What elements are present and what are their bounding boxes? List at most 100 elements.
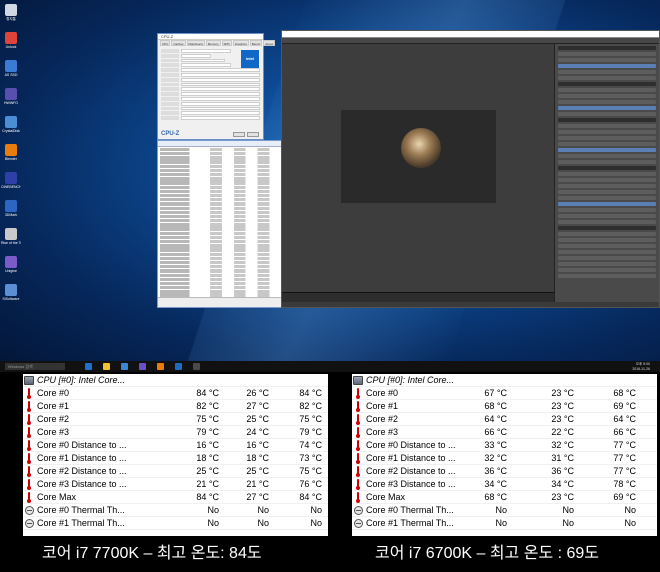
hwinfo-sensor-row[interactable] <box>160 269 279 273</box>
blender-property-row[interactable] <box>558 100 656 104</box>
cpuz-tab[interactable]: Caches <box>171 40 186 46</box>
hwinfo-sensor-row[interactable] <box>160 256 279 261</box>
desktop-icon[interactable]: CrystalDisk <box>1 116 21 133</box>
cpuz-window[interactable]: CPU-Z CPU Caches Mainboard Memory SPD Graphic… <box>157 33 276 140</box>
blender-property-row[interactable] <box>558 256 656 260</box>
hwinfo-sensor-row[interactable] <box>160 147 279 152</box>
sensor-row[interactable]: Core #2 Distance to ... 36 °C 36 °C 77 °C <box>352 465 657 478</box>
blender-property-row[interactable] <box>558 250 656 254</box>
blender-property-row[interactable] <box>558 202 656 206</box>
hwinfo-sensor-row[interactable] <box>160 189 279 194</box>
taskbar-edge-icon[interactable] <box>85 363 92 370</box>
taskbar-search-box[interactable]: Windows 검색 <box>5 363 65 370</box>
cpuz-tab[interactable]: Mainboard <box>186 40 205 46</box>
desktop-icon[interactable]: SiSoftware <box>1 284 21 301</box>
taskbar-store-icon[interactable] <box>121 363 128 370</box>
blender-property-row[interactable] <box>558 274 656 278</box>
desktop-icon[interactable]: Blender <box>1 144 21 161</box>
blender-property-row[interactable] <box>558 238 656 242</box>
hwinfo-sensor-row[interactable] <box>160 260 279 265</box>
blender-property-row[interactable] <box>558 268 656 272</box>
hwinfo-sensor-row[interactable] <box>160 252 279 256</box>
blender-property-row[interactable] <box>558 58 656 62</box>
blender-property-row[interactable] <box>558 82 656 86</box>
sensor-row[interactable]: Core #3 Distance to ... 21 °C 21 °C 76 °C <box>23 478 328 491</box>
sensor-row[interactable]: Core #0 67 °C 23 °C 68 °C <box>352 387 657 400</box>
blender-render-viewport[interactable] <box>282 44 554 302</box>
taskbar-app-icon[interactable] <box>193 363 200 370</box>
hwinfo-sensor-row[interactable] <box>160 214 279 219</box>
taskbar-blender-icon[interactable] <box>157 363 164 370</box>
desktop-icon[interactable]: AS SSD <box>1 60 21 77</box>
blender-property-row[interactable] <box>558 130 656 134</box>
hwinfo-sensor-window[interactable] <box>157 140 282 308</box>
blender-property-row[interactable] <box>558 94 656 98</box>
hwinfo-sensor-row[interactable] <box>160 223 279 227</box>
desktop-icon[interactable]: 휴지통 <box>1 4 21 21</box>
cpuz-tab[interactable]: Bench <box>249 40 263 46</box>
hwinfo-sensor-row[interactable] <box>160 206 279 210</box>
taskbar-cpuz-icon[interactable] <box>175 363 182 370</box>
blender-property-row[interactable] <box>558 70 656 74</box>
blender-property-row[interactable] <box>558 172 656 176</box>
hwinfo-sensor-row[interactable] <box>160 156 279 160</box>
blender-property-row[interactable] <box>558 196 656 200</box>
desktop-icon[interactable]: CINEBENCH <box>1 172 21 189</box>
taskbar-hwinfo-icon[interactable] <box>139 363 146 370</box>
sensor-row[interactable]: Core #2 75 °C 25 °C 75 °C <box>23 413 328 426</box>
sensor-row[interactable]: Core #1 Distance to ... 18 °C 18 °C 73 °C <box>23 452 328 465</box>
blender-property-row[interactable] <box>558 118 656 122</box>
sensor-row[interactable]: Core #1 68 °C 23 °C 69 °C <box>352 400 657 413</box>
hwinfo-sensor-row[interactable] <box>160 277 279 281</box>
sensor-row[interactable]: Core #3 Distance to ... 34 °C 34 °C 78 °C <box>352 478 657 491</box>
hwinfo-sensor-row[interactable] <box>160 227 279 231</box>
blender-property-row[interactable] <box>558 262 656 266</box>
blender-property-row[interactable] <box>558 226 656 230</box>
hwinfo-sensor-row[interactable] <box>160 219 279 223</box>
cpuz-tab[interactable]: Memory <box>205 40 221 46</box>
blender-property-row[interactable] <box>558 136 656 140</box>
hwinfo-sensor-row[interactable] <box>160 168 279 173</box>
blender-property-row[interactable] <box>558 46 656 50</box>
hwinfo-sensor-row[interactable] <box>160 198 279 202</box>
desktop-icon[interactable]: 3DMark <box>1 200 21 217</box>
hwinfo-sensor-row[interactable] <box>160 173 279 177</box>
hwinfo-sensor-row[interactable] <box>160 181 279 185</box>
blender-property-row[interactable] <box>558 64 656 68</box>
blender-property-row[interactable] <box>558 112 656 116</box>
sensor-row[interactable]: Core #2 Distance to ... 25 °C 25 °C 75 °C <box>23 465 328 478</box>
blender-property-row[interactable] <box>558 220 656 224</box>
blender-property-row[interactable] <box>558 106 656 110</box>
sensor-row[interactable]: Core #0 Thermal Th... No No No <box>23 504 328 517</box>
hwinfo-sensor-row[interactable] <box>160 193 279 198</box>
taskbar-clock[interactable]: 오후 5:00 2016-11-26 <box>632 362 650 371</box>
hwinfo-sensor-row[interactable] <box>160 281 279 286</box>
cpuz-tab[interactable]: SPD <box>221 40 232 46</box>
cpuz-tab[interactable]: About <box>263 40 276 46</box>
sensor-row[interactable]: Core #1 Distance to ... 32 °C 31 °C 77 °C <box>352 452 657 465</box>
hwinfo-sensor-row[interactable] <box>160 210 279 214</box>
hwinfo-sensor-row[interactable] <box>160 152 279 156</box>
blender-properties-panel[interactable] <box>554 44 659 302</box>
desktop-icon[interactable]: Unlock <box>1 32 21 49</box>
blender-property-row[interactable] <box>558 160 656 164</box>
cpuz-tab[interactable]: Graphics <box>232 40 249 46</box>
sensor-row[interactable]: Core #1 Thermal Th... No No No <box>352 517 657 530</box>
hwinfo-sensor-row[interactable] <box>160 185 279 189</box>
blender-property-row[interactable] <box>558 154 656 158</box>
hwinfo-sensor-row[interactable] <box>160 160 279 164</box>
blender-property-row[interactable] <box>558 124 656 128</box>
blender-property-row[interactable] <box>558 208 656 212</box>
sensor-row[interactable]: Core #2 64 °C 23 °C 64 °C <box>352 413 657 426</box>
sensor-row[interactable]: Core Max 68 °C 23 °C 69 °C <box>352 491 657 504</box>
sensor-group-header[interactable]: CPU [#0]: Intel Core... <box>23 374 328 387</box>
blender-property-row[interactable] <box>558 184 656 188</box>
blender-property-row[interactable] <box>558 76 656 80</box>
hwinfo-sensor-row[interactable] <box>160 177 279 181</box>
hwinfo-toolbar[interactable] <box>158 297 281 307</box>
sensor-row[interactable]: Core #3 79 °C 24 °C 79 °C <box>23 426 328 439</box>
hwinfo-sensor-row[interactable] <box>160 202 279 206</box>
sensor-row[interactable]: Core #0 Distance to ... 33 °C 32 °C 77 °C <box>352 439 657 452</box>
desktop-icon[interactable]: Unigine <box>1 256 21 273</box>
sensor-group-header[interactable]: CPU [#0]: Intel Core... <box>352 374 657 387</box>
